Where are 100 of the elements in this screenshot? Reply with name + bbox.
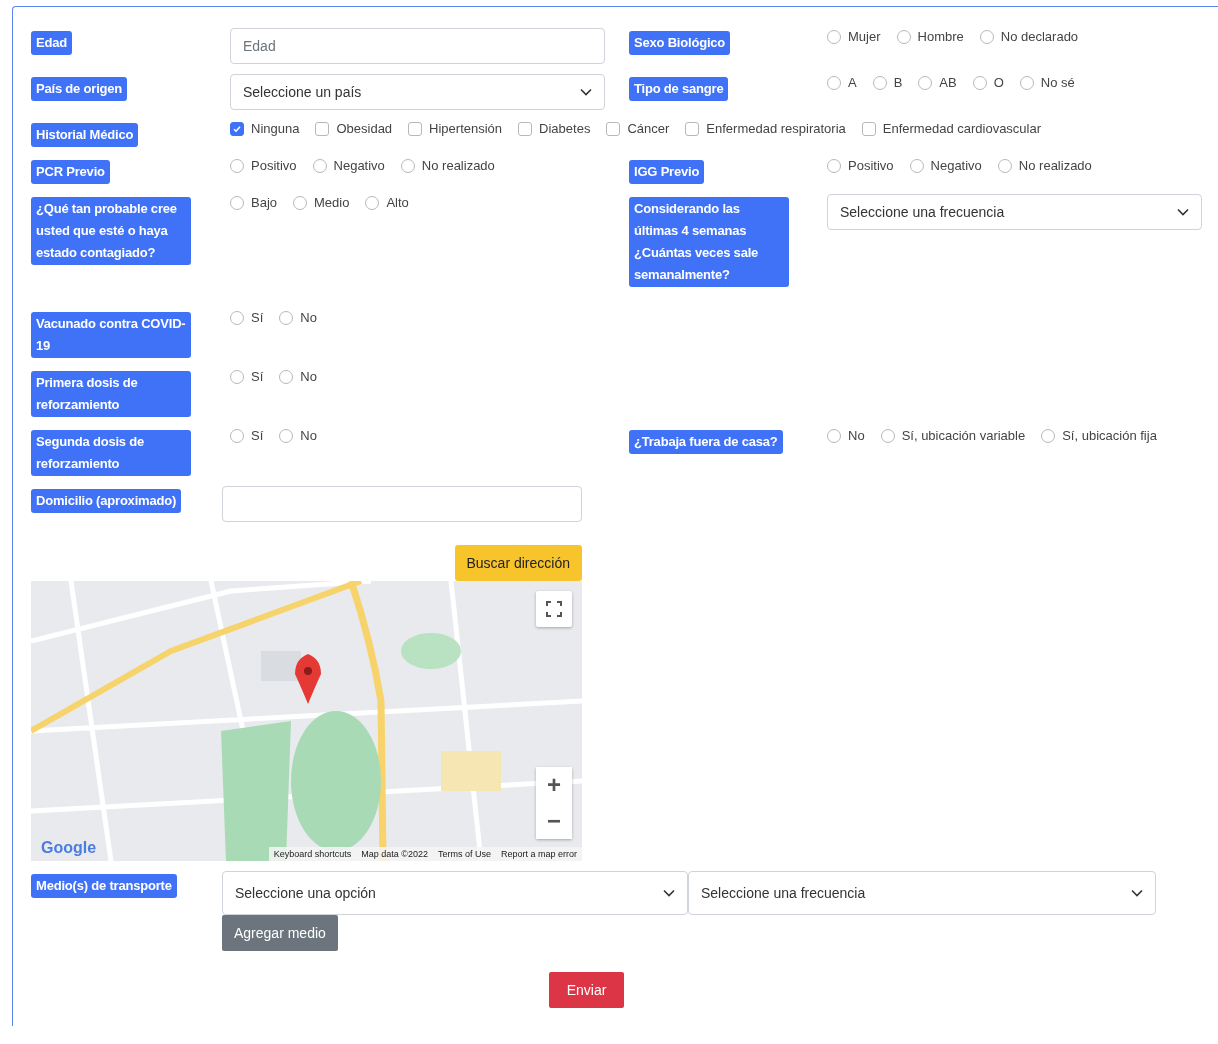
radio-button[interactable] bbox=[880, 428, 895, 443]
field-label: Primera dosis de reforzamiento bbox=[31, 371, 191, 417]
field-label: Domicilio (aproximado) bbox=[31, 489, 182, 513]
checkbox[interactable] bbox=[518, 121, 533, 136]
radio-label: Negativo bbox=[333, 158, 385, 173]
radio-button[interactable] bbox=[918, 75, 933, 90]
add-transport-button[interactable]: Agregar medio bbox=[222, 915, 338, 951]
chevron-down-icon bbox=[1131, 889, 1143, 897]
radio-button[interactable] bbox=[972, 75, 987, 90]
select-field[interactable]: Seleccione una frecuencia bbox=[827, 194, 1202, 230]
field-label: Vacunado contra COVID-19 bbox=[31, 312, 191, 358]
checkbox[interactable] bbox=[606, 121, 621, 136]
radio-label: A bbox=[848, 75, 857, 90]
check-icon bbox=[232, 123, 242, 134]
submit-button[interactable]: Enviar bbox=[548, 972, 625, 1008]
radio-label: No sé bbox=[1040, 75, 1075, 90]
radio-label: No bbox=[848, 428, 865, 443]
chevron-down-icon bbox=[1177, 208, 1189, 216]
radio-button[interactable] bbox=[279, 428, 294, 443]
checkbox[interactable] bbox=[315, 121, 330, 136]
field-label: Sexo Biológico bbox=[629, 31, 731, 55]
radio-button[interactable] bbox=[827, 29, 841, 44]
radio-label: Bajo bbox=[251, 195, 278, 210]
radio-label: Mujer bbox=[848, 29, 881, 44]
radio-button[interactable] bbox=[827, 428, 841, 443]
radio-button[interactable] bbox=[997, 158, 1012, 173]
address-field[interactable] bbox=[222, 486, 582, 522]
radio-button[interactable] bbox=[230, 158, 244, 173]
radio-label: No bbox=[300, 428, 317, 443]
field-label: ¿Trabaja fuera de casa? bbox=[629, 430, 783, 454]
radio-label: Negativo bbox=[930, 158, 982, 173]
input-field[interactable]: Edad bbox=[230, 28, 605, 64]
zoom-out-button[interactable]: − bbox=[536, 803, 572, 839]
radio-button[interactable] bbox=[293, 195, 308, 210]
field-label: ¿Qué tan probable cree usted que esté o haya estado contagiado? bbox=[31, 197, 191, 265]
radio-button[interactable] bbox=[827, 75, 841, 90]
radio-button[interactable] bbox=[1041, 428, 1056, 443]
checkbox-label: Diabetes bbox=[539, 121, 591, 136]
chevron-down-icon bbox=[663, 889, 675, 897]
field-label: Tipo de sangre bbox=[629, 77, 729, 101]
zoom-in-button[interactable]: + bbox=[536, 767, 572, 803]
radio-label: AB bbox=[939, 75, 957, 90]
radio-label: Alto bbox=[386, 195, 409, 210]
map-attribution-link[interactable]: Terms of Use bbox=[432, 847, 496, 861]
chevron-down-icon bbox=[580, 88, 592, 96]
radio-button[interactable] bbox=[279, 310, 294, 325]
field-label: Considerando las últimas 4 semanas ¿Cuántas veces sale semanalmente? bbox=[629, 197, 789, 287]
select-field[interactable]: Seleccione una frecuencia bbox=[688, 871, 1156, 915]
radio-button[interactable] bbox=[896, 29, 911, 44]
radio-label: No realizado bbox=[421, 158, 495, 173]
checkbox[interactable] bbox=[861, 121, 876, 136]
radio-button[interactable] bbox=[827, 158, 841, 173]
map-attribution-link[interactable]: Report a map error bbox=[495, 847, 582, 861]
radio-button[interactable] bbox=[400, 158, 415, 173]
field-label: Historial Médico bbox=[31, 123, 139, 147]
field-label: Segunda dosis de reforzamiento bbox=[31, 430, 191, 476]
radio-label: No bbox=[300, 369, 317, 384]
radio-button[interactable] bbox=[872, 75, 887, 90]
checkbox[interactable] bbox=[408, 121, 423, 136]
map-attribution-link[interactable]: Keyboard shortcuts bbox=[268, 847, 357, 861]
field-label: Medio(s) de transporte bbox=[31, 874, 177, 898]
radio-button[interactable] bbox=[979, 29, 994, 44]
radio-label: B bbox=[893, 75, 903, 90]
radio-label: Positivo bbox=[251, 158, 297, 173]
checkbox-label: Obesidad bbox=[336, 121, 393, 136]
field-label: IGG Previo bbox=[629, 160, 705, 184]
radio-button[interactable] bbox=[230, 195, 244, 210]
checkbox-label: Enfermedad cardiovascular bbox=[882, 121, 1042, 136]
radio-label: Sí bbox=[251, 310, 264, 325]
radio-button[interactable] bbox=[230, 310, 244, 325]
radio-button[interactable] bbox=[312, 158, 327, 173]
radio-button[interactable] bbox=[230, 428, 244, 443]
radio-label: Hombre bbox=[917, 29, 964, 44]
field-label: País de origen bbox=[31, 77, 128, 101]
radio-button[interactable] bbox=[365, 195, 380, 210]
map-attribution-link[interactable]: Map data ©2022 bbox=[356, 847, 433, 861]
radio-button[interactable] bbox=[230, 369, 244, 384]
field-label: PCR Previo bbox=[31, 160, 110, 184]
radio-label: Sí, ubicación fija bbox=[1062, 428, 1157, 443]
search-address-button[interactable]: Buscar dirección bbox=[454, 545, 582, 581]
radio-label: Sí bbox=[251, 369, 264, 384]
radio-button[interactable] bbox=[1019, 75, 1034, 90]
checkbox-label: Hipertensión bbox=[429, 121, 503, 136]
radio-label: Positivo bbox=[848, 158, 894, 173]
select-field[interactable]: Seleccione una opción bbox=[222, 871, 688, 915]
radio-label: O bbox=[993, 75, 1004, 90]
radio-label: No bbox=[300, 310, 317, 325]
radio-label: Medio bbox=[314, 195, 350, 210]
checkbox[interactable] bbox=[230, 121, 244, 136]
checkbox-label: Enfermedad respiratoria bbox=[706, 121, 846, 136]
radio-button[interactable] bbox=[279, 369, 294, 384]
field-label: Edad bbox=[31, 31, 72, 55]
fullscreen-button[interactable] bbox=[536, 591, 572, 627]
radio-button[interactable] bbox=[909, 158, 924, 173]
select-field[interactable]: Seleccione un país bbox=[230, 74, 605, 110]
radio-label: Sí, ubicación variable bbox=[901, 428, 1026, 443]
radio-label: Sí bbox=[251, 428, 264, 443]
checkbox[interactable] bbox=[685, 121, 700, 136]
map-logo: Google bbox=[41, 839, 97, 857]
fullscreen-icon bbox=[546, 601, 562, 617]
